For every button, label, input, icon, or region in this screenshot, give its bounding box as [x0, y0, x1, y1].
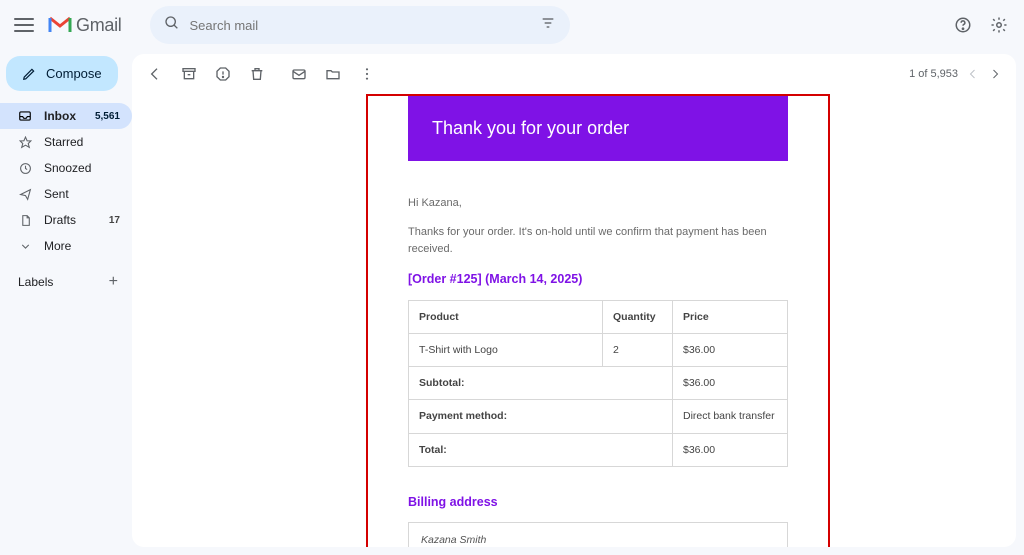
nav: Inbox 5,561 Starred Snoozed Sent [0, 103, 132, 259]
pager-text: 1 of 5,953 [909, 68, 958, 80]
back-icon[interactable] [146, 65, 164, 83]
pager-prev-icon[interactable] [966, 67, 980, 81]
email-content: Thank you for your order Hi Kazana, Than… [368, 96, 828, 547]
gmail-logo[interactable]: Gmail [48, 15, 122, 36]
subtotal-label: Subtotal: [409, 367, 673, 400]
sidebar-item-drafts[interactable]: Drafts 17 [0, 207, 132, 233]
pager: 1 of 5,953 [909, 67, 1002, 81]
sidebar-item-more[interactable]: More [0, 233, 132, 259]
search-input[interactable] [190, 18, 540, 33]
table-row: T-Shirt with Logo 2 $36.00 [409, 333, 788, 366]
compose-label: Compose [46, 66, 102, 81]
more-icon[interactable] [358, 65, 376, 83]
order-heading: [Order #125] (March 14, 2025) [408, 270, 788, 289]
content-panel: 1 of 5,953 Thank you for your order Hi K… [132, 54, 1016, 547]
subtotal-value: $36.00 [673, 367, 788, 400]
compose-button[interactable]: Compose [6, 56, 118, 91]
sidebar-item-count: 5,561 [95, 111, 120, 122]
sidebar-item-label: Sent [44, 187, 120, 201]
top-right-actions [952, 14, 1010, 36]
search-icon [164, 15, 180, 36]
draft-icon [18, 213, 32, 227]
inbox-icon [18, 109, 32, 123]
th-product: Product [409, 300, 603, 333]
sidebar-item-count: 17 [109, 215, 120, 226]
email-intro: Thanks for your order. It's on-hold unti… [408, 224, 788, 258]
pager-next-icon[interactable] [988, 67, 1002, 81]
chevron-down-icon [18, 239, 32, 253]
billing-name: Kazana Smith [421, 533, 775, 547]
payment-value: Direct bank transfer [673, 400, 788, 433]
sidebar-item-label: Inbox [44, 109, 95, 123]
sidebar-item-inbox[interactable]: Inbox 5,561 [0, 103, 132, 129]
cell-price: $36.00 [673, 333, 788, 366]
clock-icon [18, 161, 32, 175]
sidebar-item-sent[interactable]: Sent [0, 181, 132, 207]
menu-icon[interactable] [14, 18, 34, 32]
email-body: Hi Kazana, Thanks for your order. It's o… [368, 161, 828, 547]
gmail-m-icon [48, 16, 72, 34]
settings-icon[interactable] [988, 14, 1010, 36]
top-bar: Gmail [0, 0, 1024, 50]
table-row-subtotal: Subtotal: $36.00 [409, 367, 788, 400]
sidebar-item-label: Drafts [44, 213, 109, 227]
star-icon [18, 135, 32, 149]
spam-icon[interactable] [214, 65, 232, 83]
email-banner-title: Thank you for your order [432, 118, 764, 139]
sent-icon [18, 187, 32, 201]
sidebar-item-label: More [44, 239, 120, 253]
email-highlight-frame: Thank you for your order Hi Kazana, Than… [366, 94, 830, 547]
billing-address-block: Kazana Smith 221 Bakers Street London CA… [408, 522, 788, 547]
cell-quantity: 2 [603, 333, 673, 366]
help-icon[interactable] [952, 14, 974, 36]
table-row-total: Total: $36.00 [409, 433, 788, 466]
sidebar: Compose Inbox 5,561 Starred Snoozed [0, 50, 132, 555]
message-toolbar: 1 of 5,953 [132, 54, 1016, 94]
delete-icon[interactable] [248, 65, 266, 83]
sidebar-item-label: Snoozed [44, 161, 120, 175]
email-greeting: Hi Kazana, [408, 195, 788, 212]
archive-icon[interactable] [180, 65, 198, 83]
search-options-icon[interactable] [540, 15, 556, 36]
payment-label: Payment method: [409, 400, 673, 433]
search-bar[interactable] [150, 6, 570, 44]
billing-heading: Billing address [408, 493, 788, 512]
order-table: Product Quantity Price T-Shirt with Logo… [408, 300, 788, 467]
move-to-icon[interactable] [324, 65, 342, 83]
labels-heading-row: Labels + [0, 273, 132, 291]
main-area: Compose Inbox 5,561 Starred Snoozed [0, 50, 1024, 555]
total-label: Total: [409, 433, 673, 466]
table-row-payment: Payment method: Direct bank transfer [409, 400, 788, 433]
cell-product: T-Shirt with Logo [409, 333, 603, 366]
sidebar-item-snoozed[interactable]: Snoozed [0, 155, 132, 181]
labels-heading: Labels [18, 275, 53, 289]
table-header-row: Product Quantity Price [409, 300, 788, 333]
email-banner: Thank you for your order [408, 96, 788, 161]
mark-unread-icon[interactable] [290, 65, 308, 83]
total-value: $36.00 [673, 433, 788, 466]
gmail-logo-text: Gmail [76, 15, 122, 36]
th-quantity: Quantity [603, 300, 673, 333]
sidebar-item-starred[interactable]: Starred [0, 129, 132, 155]
sidebar-item-label: Starred [44, 135, 120, 149]
add-label-icon[interactable]: + [109, 273, 118, 291]
pencil-icon [22, 67, 36, 81]
message-body-area: Thank you for your order Hi Kazana, Than… [132, 94, 1016, 547]
th-price: Price [673, 300, 788, 333]
